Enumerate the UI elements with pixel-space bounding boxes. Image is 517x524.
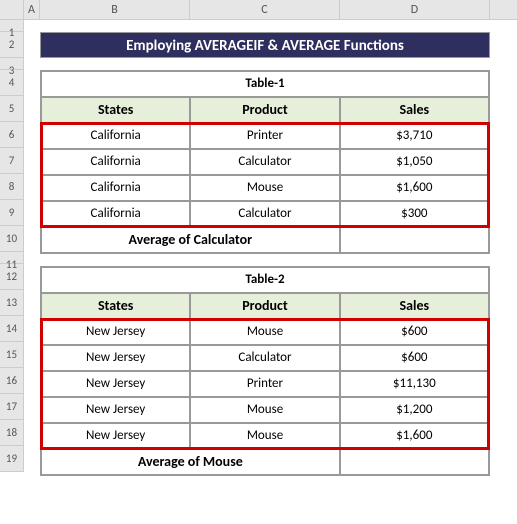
table-2-header: States Product Sales — [41, 293, 489, 319]
avg-mouse-value[interactable] — [340, 449, 489, 475]
table-1-title: Table-1 — [41, 71, 489, 97]
cell-sales[interactable]: $300 — [340, 201, 489, 227]
cell-state[interactable]: New Jersey — [41, 371, 190, 397]
cell-sales[interactable]: $11,130 — [340, 371, 489, 397]
cell-product[interactable]: Mouse — [190, 319, 339, 345]
sheet-content: Employing AVERAGEIF & AVERAGE Functions … — [40, 20, 490, 476]
table-2-data-selection: New Jersey Mouse $600 New Jersey Calcula… — [41, 319, 489, 449]
row-header[interactable]: 7 — [0, 148, 24, 174]
avg-mouse-label: Average of Mouse — [41, 449, 340, 475]
table-row[interactable]: New Jersey Mouse $600 — [41, 319, 489, 345]
header-states: States — [41, 97, 190, 123]
cell-product[interactable]: Mouse — [190, 175, 339, 201]
row-header[interactable]: 5 — [0, 96, 24, 122]
select-all-corner[interactable] — [0, 0, 24, 19]
row-header[interactable]: 14 — [0, 316, 24, 342]
header-sales: Sales — [340, 293, 489, 319]
cell-product[interactable]: Calculator — [190, 149, 339, 175]
row-header[interactable]: 12 — [0, 264, 24, 290]
row-header[interactable]: 2 — [0, 32, 24, 58]
table-row[interactable]: California Mouse $1,600 — [41, 175, 489, 201]
cell-state[interactable]: California — [41, 149, 190, 175]
cell-product[interactable]: Mouse — [190, 423, 339, 449]
table-1: Table-1 States Product Sales California … — [40, 70, 490, 254]
row-header[interactable]: 17 — [0, 394, 24, 420]
cell-sales[interactable]: $1,200 — [340, 397, 489, 423]
table-row[interactable]: New Jersey Calculator $600 — [41, 345, 489, 371]
table-1-avg-row: Average of Calculator — [41, 227, 489, 253]
row-header[interactable]: 4 — [0, 70, 24, 96]
cell-sales[interactable]: $3,710 — [340, 123, 489, 149]
row-header[interactable]: 6 — [0, 122, 24, 148]
table-row[interactable]: California Calculator $1,050 — [41, 149, 489, 175]
cell-product[interactable]: Printer — [190, 371, 339, 397]
row-header[interactable]: 11 — [0, 252, 24, 264]
col-header-c[interactable]: C — [190, 0, 340, 19]
table-1-header: States Product Sales — [41, 97, 489, 123]
spreadsheet: A B C D 1 2 3 4 5 6 7 8 9 10 11 12 13 14… — [0, 0, 517, 524]
table-2-title: Table-2 — [41, 267, 489, 293]
cell-state[interactable]: California — [41, 201, 190, 227]
row-headers: 1 2 3 4 5 6 7 8 9 10 11 12 13 14 15 16 1… — [0, 20, 24, 472]
cell-state[interactable]: New Jersey — [41, 397, 190, 423]
header-product: Product — [190, 293, 339, 319]
table-2: Table-2 States Product Sales New Jersey … — [40, 266, 490, 476]
row-header[interactable]: 16 — [0, 368, 24, 394]
cell-state[interactable]: New Jersey — [41, 345, 190, 371]
header-sales: Sales — [340, 97, 489, 123]
row-header[interactable]: 18 — [0, 420, 24, 446]
row-header[interactable]: 15 — [0, 342, 24, 368]
avg-calculator-label: Average of Calculator — [41, 227, 340, 253]
cell-sales[interactable]: $1,600 — [340, 423, 489, 449]
col-header-d[interactable]: D — [340, 0, 490, 19]
table-row[interactable]: California Printer $3,710 — [41, 123, 489, 149]
col-header-a[interactable]: A — [24, 0, 40, 19]
table-2-avg-row: Average of Mouse — [41, 449, 489, 475]
cell-product[interactable]: Mouse — [190, 397, 339, 423]
cell-sales[interactable]: $600 — [340, 319, 489, 345]
cell-product[interactable]: Printer — [190, 123, 339, 149]
cell-sales[interactable]: $1,600 — [340, 175, 489, 201]
table-row[interactable]: New Jersey Printer $11,130 — [41, 371, 489, 397]
header-states: States — [41, 293, 190, 319]
cell-state[interactable]: New Jersey — [41, 319, 190, 345]
row-header[interactable]: 10 — [0, 226, 24, 252]
cell-state[interactable]: California — [41, 175, 190, 201]
cell-state[interactable]: New Jersey — [41, 423, 190, 449]
cell-product[interactable]: Calculator — [190, 201, 339, 227]
row-header[interactable]: 9 — [0, 200, 24, 226]
cell-sales[interactable]: $600 — [340, 345, 489, 371]
table-row[interactable]: New Jersey Mouse $1,200 — [41, 397, 489, 423]
cell-sales[interactable]: $1,050 — [340, 149, 489, 175]
table-row[interactable]: California Calculator $300 — [41, 201, 489, 227]
table-row[interactable]: New Jersey Mouse $1,600 — [41, 423, 489, 449]
cell-product[interactable]: Calculator — [190, 345, 339, 371]
page-title: Employing AVERAGEIF & AVERAGE Functions — [40, 32, 490, 58]
table-1-data-selection: California Printer $3,710 California Cal… — [41, 123, 489, 227]
column-headers: A B C D — [0, 0, 517, 20]
cell-state[interactable]: California — [41, 123, 190, 149]
row-header[interactable]: 1 — [0, 20, 24, 32]
row-header[interactable]: 19 — [0, 446, 24, 472]
row-header[interactable]: 8 — [0, 174, 24, 200]
header-product: Product — [190, 97, 339, 123]
col-header-b[interactable]: B — [40, 0, 190, 19]
row-header[interactable]: 3 — [0, 58, 24, 70]
row-header[interactable]: 13 — [0, 290, 24, 316]
avg-calculator-value[interactable] — [340, 227, 489, 253]
